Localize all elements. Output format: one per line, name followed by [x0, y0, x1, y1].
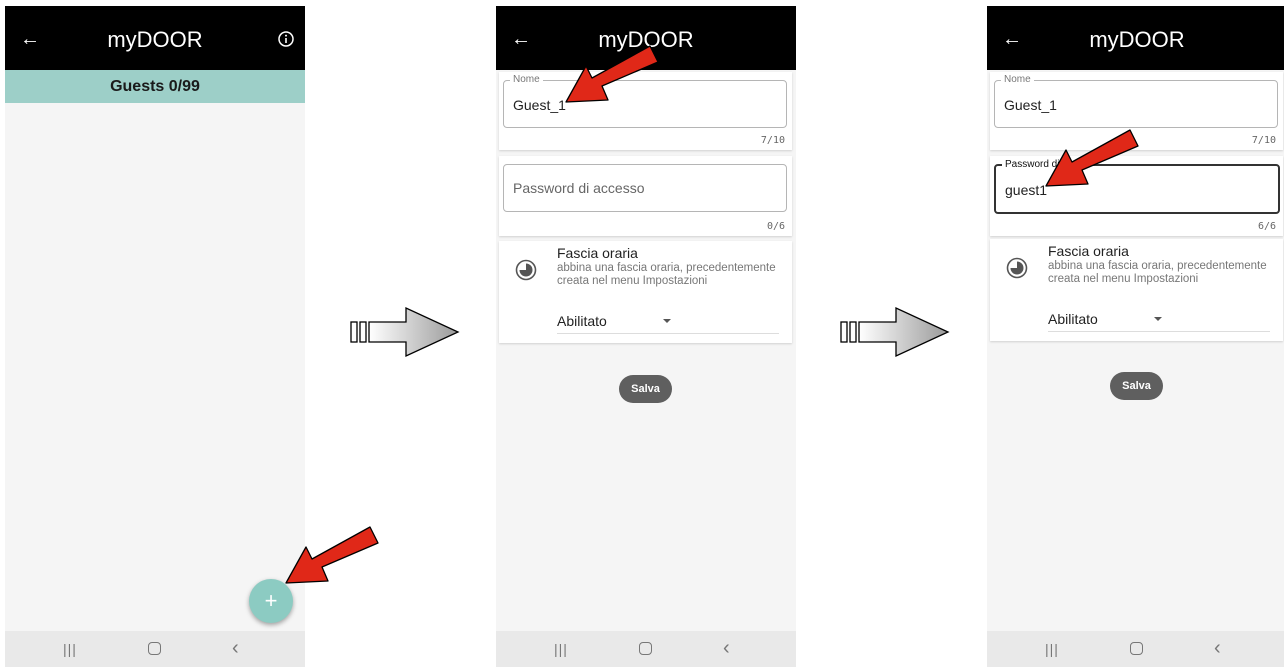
name-field-value: Guest_1 — [513, 97, 566, 113]
red-pointer-arrow-icon — [1045, 129, 1139, 187]
back-arrow-icon[interactable]: ← — [510, 28, 532, 50]
clock-icon — [1006, 257, 1028, 279]
name-char-counter: 7/10 — [760, 135, 785, 146]
home-icon[interactable] — [148, 642, 161, 655]
name-field[interactable]: Nome Guest_1 — [994, 74, 1278, 128]
back-arrow-icon[interactable]: ← — [19, 28, 41, 50]
password-field-value: guest1 — [1005, 182, 1048, 198]
app-bar: ← myDOOR — [987, 6, 1284, 70]
logo-text: myDOOR — [107, 27, 202, 52]
mydoor-logo: myDOOR — [1089, 27, 1184, 52]
password-char-counter: 0/6 — [766, 221, 785, 232]
app-bar: ← myDOOR — [5, 6, 305, 70]
timezone-select[interactable]: Abilitato — [557, 313, 779, 334]
new-guest-screen-filled: ← myDOOR Nome Guest_1 7/10 Password di g… — [987, 6, 1284, 667]
chevron-left-icon[interactable]: ‹ — [1214, 637, 1221, 660]
red-pointer-arrow-icon — [565, 45, 659, 103]
timezone-select-value: Abilitato — [557, 313, 607, 329]
save-button[interactable]: Salva — [1110, 372, 1163, 400]
clock-icon — [515, 259, 537, 281]
flow-arrow-icon — [840, 306, 950, 358]
recent-apps-icon[interactable]: ||| — [554, 641, 568, 657]
timezone-description: abbina una fascia oraria, precedentement… — [1048, 260, 1267, 285]
password-char-counter: 6/6 — [1257, 221, 1276, 232]
android-nav-bar: ||| ‹ — [987, 631, 1284, 667]
recent-apps-icon[interactable]: ||| — [63, 641, 77, 657]
home-icon[interactable] — [639, 642, 652, 655]
caret-down-icon — [1154, 317, 1162, 321]
flow-arrow-icon — [350, 306, 460, 358]
timezone-select-value: Abilitato — [1048, 311, 1098, 327]
timezone-select[interactable]: Abilitato — [1048, 311, 1270, 332]
guests-count-bar: Guests 0/99 — [5, 70, 305, 103]
timezone-title: Fascia oraria — [557, 245, 638, 261]
recent-apps-icon[interactable]: ||| — [1045, 641, 1059, 657]
chevron-left-icon[interactable]: ‹ — [232, 637, 239, 660]
password-field-placeholder: Password di accesso — [513, 180, 645, 196]
red-pointer-arrow-icon — [285, 526, 379, 584]
home-icon[interactable] — [1130, 642, 1143, 655]
password-field[interactable]: Password di accesso — [503, 164, 787, 212]
name-field-label: Nome — [510, 74, 543, 86]
timezone-card: Fascia oraria abbina una fascia oraria, … — [990, 239, 1283, 341]
back-arrow-icon[interactable]: ← — [1001, 28, 1023, 50]
save-button[interactable]: Salva — [619, 375, 672, 403]
info-icon[interactable] — [277, 30, 295, 48]
password-card: Password di accesso 0/6 — [499, 156, 792, 236]
caret-down-icon — [663, 319, 671, 323]
timezone-description: abbina una fascia oraria, precedentement… — [557, 262, 776, 287]
timezone-title: Fascia oraria — [1048, 243, 1129, 259]
android-nav-bar: ||| ‹ — [5, 631, 305, 667]
guest-list-screen: ← myDOOR Guests 0/99 + ||| ‹ — [5, 6, 305, 667]
name-field-value: Guest_1 — [1004, 97, 1057, 113]
name-char-counter: 7/10 — [1251, 135, 1276, 146]
name-field-label: Nome — [1001, 74, 1034, 86]
mydoor-logo: myDOOR — [107, 27, 202, 52]
chevron-left-icon[interactable]: ‹ — [723, 637, 730, 660]
timezone-card: Fascia oraria abbina una fascia oraria, … — [499, 241, 792, 343]
android-nav-bar: ||| ‹ — [496, 631, 796, 667]
logo-text: myDOOR — [1089, 27, 1184, 52]
